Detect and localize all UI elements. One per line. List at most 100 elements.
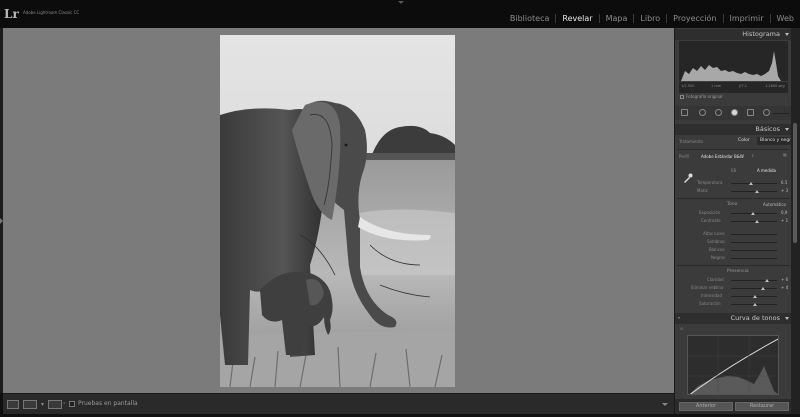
panel-footer: Anterior Restaurar bbox=[675, 399, 791, 414]
tool-slider[interactable] bbox=[773, 113, 789, 114]
highlights-slider[interactable] bbox=[731, 234, 777, 235]
exposure-knob[interactable] bbox=[751, 212, 755, 215]
temperature-value[interactable]: 6.5 bbox=[781, 180, 787, 185]
loupe-view-button[interactable] bbox=[7, 400, 19, 409]
collapse-triangle-icon[interactable] bbox=[785, 317, 789, 320]
contrast-slider[interactable] bbox=[731, 220, 777, 223]
contrast-label: Contraste bbox=[701, 218, 721, 223]
tint-label: Matiz bbox=[697, 188, 708, 193]
saturation-knob[interactable] bbox=[753, 303, 757, 306]
elephant-photo bbox=[220, 35, 455, 387]
previous-button[interactable]: Anterior bbox=[679, 402, 733, 411]
white-balance-label: EB bbox=[731, 168, 737, 173]
white-balance-dropdown[interactable]: A medida bbox=[757, 168, 776, 173]
crop-tool-icon[interactable] bbox=[681, 109, 688, 116]
tone-section-title: Tono bbox=[727, 202, 738, 207]
histogram-readout-shutter: 1/2.500 bbox=[681, 84, 695, 88]
vibrance-knob[interactable] bbox=[753, 295, 757, 298]
blacks-slider[interactable] bbox=[731, 258, 777, 259]
tone-curve-header[interactable]: ▾ Curva de tonos bbox=[675, 313, 791, 324]
basic-title: Básicos bbox=[755, 125, 780, 133]
histogram-header[interactable]: Histograma bbox=[675, 29, 791, 40]
radial-filter-icon[interactable] bbox=[747, 109, 754, 116]
treatment-color-option[interactable]: Color bbox=[735, 137, 753, 145]
dehaze-label: Eliminar neblina bbox=[691, 285, 724, 290]
soft-proof-checkbox[interactable] bbox=[69, 401, 75, 407]
treatment-bw-option[interactable]: Blanco y negr bbox=[757, 137, 791, 145]
shadows-slider[interactable] bbox=[731, 242, 777, 243]
temperature-knob[interactable] bbox=[749, 182, 753, 185]
temperature-slider[interactable] bbox=[731, 182, 777, 185]
tone-curve-title: Curva de tonos bbox=[730, 314, 780, 322]
dehaze-slider[interactable] bbox=[731, 287, 777, 290]
module-revelar[interactable]: Revelar bbox=[555, 13, 598, 23]
graduated-filter-icon[interactable] bbox=[731, 109, 738, 116]
spot-removal-icon[interactable] bbox=[699, 109, 706, 116]
module-web[interactable]: Web bbox=[769, 13, 800, 23]
top-bar: Lr Adobe Lightroom Classic CC Biblioteca… bbox=[0, 0, 800, 28]
collapse-triangle-icon[interactable] bbox=[785, 33, 789, 36]
right-panel-scrollbar[interactable] bbox=[791, 28, 800, 414]
module-proyeccion[interactable]: Proyección bbox=[666, 13, 722, 23]
module-picker: Biblioteca Revelar Mapa Libro Proyección… bbox=[504, 12, 800, 24]
app-name: Adobe Lightroom Classic CC bbox=[23, 10, 80, 15]
top-panel-toggle-icon[interactable] bbox=[398, 1, 404, 4]
basic-header[interactable]: Básicos bbox=[675, 124, 791, 135]
tone-curve-graph[interactable] bbox=[687, 335, 779, 395]
develop-tool-strip bbox=[675, 106, 791, 120]
profile-dropdown[interactable]: Adobe Estándar B&W bbox=[701, 154, 744, 159]
auto-tone-button[interactable]: Automático bbox=[763, 202, 786, 207]
original-photo-checkbox[interactable] bbox=[680, 95, 684, 99]
profile-label: Perfil bbox=[679, 154, 690, 159]
exposure-value[interactable]: 0,9 bbox=[781, 210, 787, 215]
red-eye-icon[interactable] bbox=[715, 109, 722, 116]
histogram-title: Histograma bbox=[742, 30, 780, 38]
dehaze-knob[interactable] bbox=[761, 287, 765, 290]
clarity-slider[interactable] bbox=[731, 279, 777, 282]
swap-settings-button[interactable] bbox=[48, 400, 62, 409]
histogram-readout-exposure: 1.2800 seg bbox=[765, 84, 785, 88]
tone-curve-shape bbox=[688, 336, 778, 394]
app-logo: Lr bbox=[4, 7, 19, 21]
saturation-label: Saturación bbox=[699, 301, 721, 306]
reset-button[interactable]: Restaurar bbox=[735, 402, 789, 411]
target-adjust-icon[interactable]: ⊙ bbox=[680, 326, 683, 331]
module-imprimir[interactable]: Imprimir bbox=[722, 13, 770, 23]
contrast-knob[interactable] bbox=[755, 220, 759, 223]
toolbar-menu-icon[interactable] bbox=[662, 403, 668, 406]
profile-browser-icon[interactable]: ▦ bbox=[783, 152, 787, 157]
before-after-button[interactable] bbox=[23, 400, 37, 409]
tint-slider[interactable] bbox=[731, 190, 777, 193]
treatment-label: Tratamiento bbox=[679, 139, 703, 144]
histogram-readout-aperture: ƒ/7.1 bbox=[739, 84, 747, 88]
module-libro[interactable]: Libro bbox=[633, 13, 666, 23]
toolbar-chevron-icon[interactable]: › bbox=[63, 400, 65, 407]
eyedropper-shape bbox=[684, 173, 693, 183]
adjustment-brush-icon[interactable] bbox=[763, 109, 770, 116]
profile-dropdown-arrow-icon[interactable]: ⇕ bbox=[751, 153, 754, 158]
contrast-value[interactable]: + 1 bbox=[781, 218, 788, 223]
dehaze-value[interactable]: + 4 bbox=[781, 285, 788, 290]
clarity-label: Claridad bbox=[707, 277, 724, 282]
collapse-triangle-icon[interactable] bbox=[785, 128, 789, 131]
saturation-slider[interactable] bbox=[731, 303, 777, 306]
shadows-label: Sombras bbox=[707, 239, 725, 244]
module-mapa[interactable]: Mapa bbox=[598, 13, 634, 23]
presence-section-title: Presencia bbox=[727, 269, 749, 274]
exposure-label: Exposición bbox=[699, 210, 721, 215]
module-biblioteca[interactable]: Biblioteca bbox=[504, 14, 556, 23]
photo-preview[interactable] bbox=[220, 35, 455, 387]
view-menu-chevron-icon[interactable]: ▾ bbox=[41, 400, 46, 409]
clarity-knob[interactable] bbox=[765, 279, 769, 282]
vibrance-slider[interactable] bbox=[731, 295, 777, 298]
tint-knob[interactable] bbox=[755, 190, 759, 193]
scrollbar-thumb[interactable] bbox=[793, 123, 797, 243]
tint-value[interactable]: + 3 bbox=[781, 188, 788, 193]
white-balance-eyedropper-icon[interactable] bbox=[683, 168, 693, 183]
tone-curve-toggle-icon[interactable]: ▾ bbox=[678, 315, 680, 320]
original-photo-label: Fotografía original bbox=[686, 94, 723, 99]
whites-slider[interactable] bbox=[731, 250, 777, 251]
clarity-value[interactable]: + 6 bbox=[781, 277, 788, 282]
exposure-slider[interactable] bbox=[731, 212, 777, 215]
temperature-label: Temperatura bbox=[697, 180, 723, 185]
